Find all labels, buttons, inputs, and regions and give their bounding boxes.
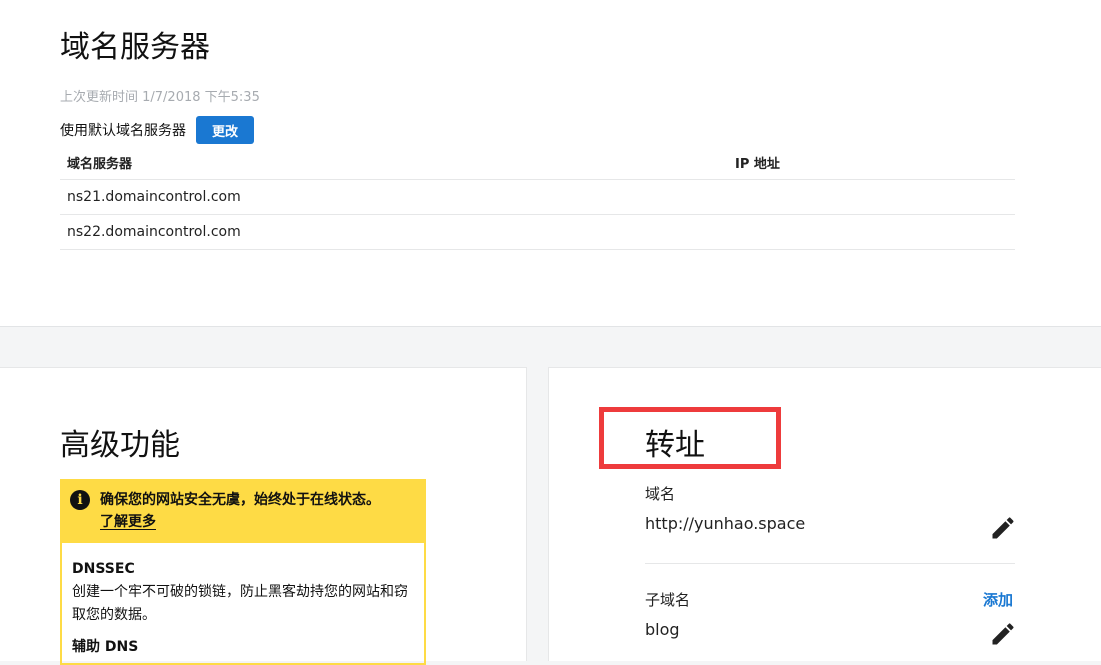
table-row: ns21.domaincontrol.com	[60, 180, 1015, 215]
feature-title-secondary-dns: 辅助 DNS	[72, 639, 139, 655]
table-header: 域名服务器 IP 地址	[60, 145, 1015, 180]
callout-banner: i 确保您的网站安全无虞，始终处于在线状态。 了解更多	[62, 481, 424, 543]
learn-more-link[interactable]: 了解更多	[100, 511, 156, 533]
domain-forward-value: http://yunhao.space	[645, 514, 806, 533]
nameservers-table: 域名服务器 IP 地址 ns21.domaincontrol.com ns22.…	[60, 145, 1015, 250]
change-nameservers-button[interactable]: 更改	[196, 116, 255, 144]
advanced-features-card: 高级功能 i 确保您的网站安全无虞，始终处于在线状态。 了解更多 DNSSEC …	[0, 367, 527, 665]
subdomain-forward-label: 子域名	[645, 591, 691, 609]
domain-forward-label: 域名	[645, 485, 676, 503]
column-header-nameserver: 域名服务器	[67, 156, 133, 172]
table-row: ns22.domaincontrol.com	[60, 215, 1015, 250]
edit-domain-forward-pencil-icon[interactable]	[989, 514, 1017, 542]
nameserver-cell: ns22.domaincontrol.com	[67, 224, 241, 240]
nameserver-mode-text: 使用默认域名服务器	[60, 123, 186, 139]
nameservers-title: 域名服务器	[60, 30, 210, 65]
callout-message: 确保您的网站安全无虞，始终处于在线状态。	[100, 492, 380, 508]
info-icon: i	[70, 490, 90, 510]
forwarding-card: 转址 域名 http://yunhao.space 子域名 添加 blog	[548, 367, 1101, 661]
nameserver-cell: ns21.domaincontrol.com	[67, 189, 241, 205]
last-updated-text: 上次更新时间 1/7/2018 下午5:35	[60, 90, 260, 105]
security-callout: i 确保您的网站安全无虞，始终处于在线状态。 了解更多 DNSSEC 创建一个牢…	[60, 479, 426, 665]
edit-subdomain-forward-pencil-icon[interactable]	[989, 620, 1017, 648]
add-subdomain-forward-link[interactable]: 添加	[983, 589, 1013, 610]
nameserver-mode-row: 使用默认域名服务器 更改	[60, 116, 255, 144]
advanced-features-title: 高级功能	[60, 428, 180, 463]
subdomain-forward-value: blog	[645, 620, 680, 639]
nameservers-panel: 域名服务器 上次更新时间 1/7/2018 下午5:35 使用默认域名服务器 更…	[0, 0, 1101, 327]
feature-title-dnssec: DNSSEC	[72, 561, 135, 577]
forwarding-title: 转址	[645, 428, 705, 463]
callout-body: DNSSEC 创建一个牢不可破的锁链，防止黑客劫持您的网站和窃取您的数据。 辅助…	[62, 543, 424, 657]
column-header-ip: IP 地址	[735, 156, 780, 172]
divider	[645, 563, 1015, 564]
feature-desc-dnssec: 创建一个牢不可破的锁链，防止黑客劫持您的网站和窃取您的数据。	[72, 584, 408, 623]
